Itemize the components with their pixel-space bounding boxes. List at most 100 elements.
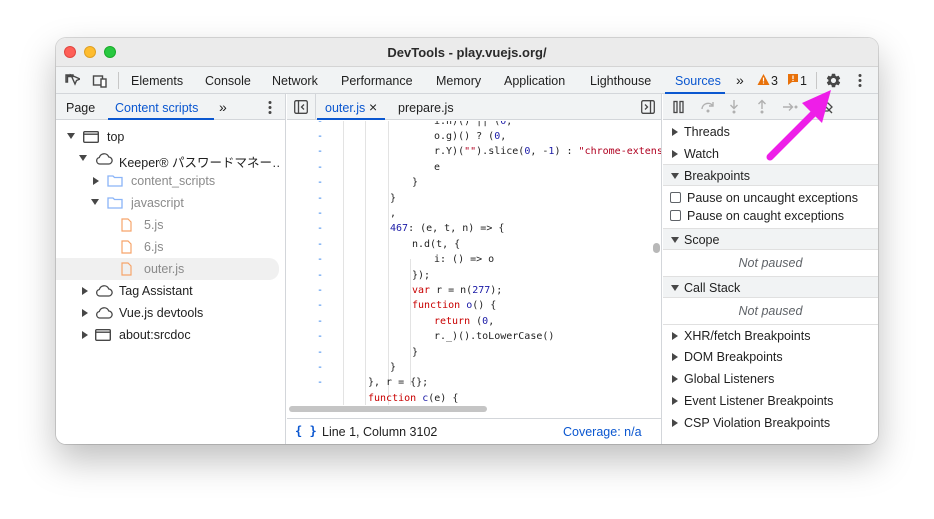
toggle-debugger-icon[interactable] [641,100,655,117]
issue-icon[interactable] [787,73,799,89]
section-event-listener-breakpoints[interactable]: Event Listener Breakpoints [663,390,878,412]
collapse-arrow-icon[interactable] [82,287,88,295]
scope-status: Not paused [663,252,878,274]
tree-item-vue-devtools[interactable]: Vue.js devtools [56,302,285,324]
expand-arrow-icon [671,285,679,291]
more-options-icon[interactable] [857,73,863,91]
editor-pane: outer.js × prepare.js - i.n)() || (0, - o.… [287,94,662,444]
tree-item-label: outer.js [144,262,185,276]
tree-item-label: top [107,130,125,144]
editor-tab-divider [315,94,316,120]
tree-item-tag-assistant[interactable]: Tag Assistant [56,280,285,302]
coverage-link[interactable]: Coverage: n/a [563,425,642,439]
pretty-print-icon[interactable]: { } [295,424,317,438]
step-into-icon[interactable] [728,99,740,117]
collapse-arrow-icon [672,353,678,361]
collapse-arrow-icon[interactable] [82,331,88,339]
tree-item-top[interactable]: top [56,126,285,148]
code-line: - n.d(t, { [317,239,461,250]
toggle-navigator-icon[interactable] [294,100,308,117]
tab-console[interactable]: Console [205,74,251,88]
expand-arrow-icon[interactable] [79,155,87,161]
main-tab-bar: Elements Console Network Performance Mem… [56,67,878,94]
section-breakpoints[interactable]: Breakpoints [663,164,878,186]
section-call-stack[interactable]: Call Stack [663,276,878,298]
file-icon [121,240,132,257]
step-out-icon[interactable] [756,99,768,117]
code-line: -467: (e, t, n) => { [317,223,505,234]
tree-item-6js[interactable]: 6.js [56,236,285,258]
tree-item-keeper[interactable]: Keeper® パスワードマネー… [56,148,285,170]
expand-arrow-icon[interactable] [67,133,75,139]
pause-icon[interactable] [672,100,686,117]
tree-item-about-srcdoc[interactable]: about:srcdoc [56,324,285,346]
collapse-arrow-icon[interactable] [82,309,88,317]
section-label: Watch [684,147,719,161]
code-line: -} [317,177,419,188]
expand-arrow-icon[interactable] [91,199,99,205]
section-scope[interactable]: Scope [663,228,878,250]
code-line: function c(e) { [368,393,459,404]
tab-page[interactable]: Page [66,101,95,115]
more-navigator-tabs-button[interactable]: » [219,99,227,115]
section-watch[interactable]: Watch [663,143,878,165]
vertical-scrollbar-thumb[interactable] [653,243,660,253]
inspect-element-icon[interactable] [64,73,82,92]
code-line: - r.Y)("").slice(0, -1) : "chrome-extensi [317,146,661,157]
tree-item-5js[interactable]: 5.js [56,214,285,236]
code-line: -e [317,162,441,173]
code-line: - function o() { [317,300,497,311]
horizontal-scrollbar-thumb[interactable] [289,406,487,412]
deactivate-breakpoints-icon[interactable] [818,100,834,117]
collapse-arrow-icon [672,419,678,427]
step-over-icon[interactable] [700,100,716,117]
tree-item-label: 5.js [144,218,164,232]
tab-sources[interactable]: Sources [675,74,721,88]
section-label: Breakpoints [684,169,751,183]
editor-tab-preparejs[interactable]: prepare.js [398,101,454,115]
warning-icon[interactable] [757,73,770,89]
collapse-arrow-icon[interactable] [93,177,99,185]
tree-item-content-scripts-folder[interactable]: content_scripts [56,170,285,192]
active-editor-tab-indicator [317,118,385,120]
title-bar: DevTools - play.vuejs.org/ [56,38,878,67]
editor-tab-outerjs[interactable]: outer.js [325,101,365,115]
tab-elements[interactable]: Elements [131,74,183,88]
issue-count: 1 [800,74,807,88]
close-tab-button[interactable]: × [369,99,377,115]
navigator-menu-icon[interactable] [267,100,273,118]
warning-count: 3 [771,74,778,88]
tree-item-label: 6.js [144,240,164,254]
tree-item-outerjs[interactable]: outer.js [56,258,279,280]
call-stack-status: Not paused [663,300,878,322]
section-xhr-breakpoints[interactable]: XHR/fetch Breakpoints [663,324,878,346]
tree-item-javascript-folder[interactable]: javascript [56,192,285,214]
code-editor[interactable]: - i.n)() || (0, - o.g)() ? (0, - r.Y)("").s… [287,121,661,405]
pause-caught-checkbox[interactable] [670,210,681,221]
settings-gear-icon[interactable] [825,72,842,92]
section-label: Event Listener Breakpoints [684,394,834,408]
section-dom-breakpoints[interactable]: DOM Breakpoints [663,346,878,368]
pause-uncaught-checkbox[interactable] [670,192,681,203]
code-line: -} [317,362,397,373]
step-icon[interactable] [782,100,800,117]
tab-content-scripts[interactable]: Content scripts [115,101,198,115]
devtools-window: DevTools - play.vuejs.org/ Elements Cons… [56,38,878,444]
tree-item-label: javascript [131,196,184,210]
device-toolbar-icon[interactable] [92,73,108,92]
section-csp-violation-breakpoints[interactable]: CSP Violation Breakpoints [663,412,878,434]
code-line: - i: () => o [317,254,495,265]
tab-lighthouse[interactable]: Lighthouse [590,74,651,88]
pause-caught-option[interactable]: Pause on caught exceptions [663,205,878,227]
collapse-arrow-icon [672,332,678,340]
section-label: Global Listeners [684,372,775,386]
tab-application[interactable]: Application [504,74,565,88]
tab-performance[interactable]: Performance [341,74,413,88]
more-tabs-button[interactable]: » [736,72,744,88]
collapse-arrow-icon [672,128,678,136]
section-global-listeners[interactable]: Global Listeners [663,368,878,390]
tab-memory[interactable]: Memory [436,74,481,88]
code-line: -} [317,193,397,204]
tab-network[interactable]: Network [272,74,318,88]
section-threads[interactable]: Threads [663,121,878,143]
